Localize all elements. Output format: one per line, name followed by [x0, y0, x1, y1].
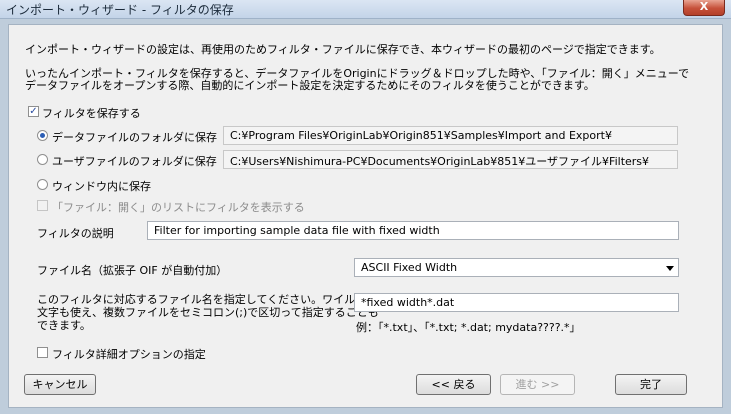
- title-bar: インポート・ウィザード - フィルタの保存 X: [0, 0, 731, 19]
- dialog-body: インポート・ウィザードの設定は、再使用のためフィルタ・ファイルに保存でき、本ウィ…: [8, 24, 723, 408]
- show-in-open-list-checkbox[interactable]: [37, 200, 48, 211]
- advanced-options-checkbox[interactable]: [37, 347, 48, 358]
- user-folder-path: C:¥Users¥Nishimura-PC¥Documents¥OriginLa…: [223, 150, 678, 169]
- data-folder-label: データファイルのフォルダに保存: [52, 131, 217, 144]
- data-folder-radio[interactable]: [37, 130, 48, 141]
- filename-select-value: ASCII Fixed Width: [361, 261, 458, 274]
- filename-spec-help-3: できます。: [37, 319, 91, 332]
- next-button[interactable]: 進む >>: [500, 374, 575, 395]
- show-in-open-list-label: 「ファイル：開く」のリストにフィルタを表示する: [52, 201, 305, 214]
- window-title: インポート・ウィザード - フィルタの保存: [6, 3, 234, 17]
- save-filter-checkbox[interactable]: ✓: [28, 106, 39, 117]
- description-label: フィルタの説明: [37, 227, 114, 240]
- filename-spec-input[interactable]: *fixed width*.dat: [354, 293, 679, 312]
- user-folder-label: ユーザファイルのフォルダに保存: [52, 155, 217, 168]
- in-window-radio[interactable]: [37, 179, 48, 190]
- finish-button[interactable]: 完了: [615, 374, 687, 395]
- back-button[interactable]: << 戻る: [416, 374, 491, 395]
- radio-selected-dot: [40, 133, 45, 138]
- close-icon: X: [699, 0, 709, 13]
- intro-text-3: データファイルをオープンする際、自動的にインポート設定を決定するためにそのフィル…: [25, 79, 595, 92]
- chevron-down-icon: [666, 266, 674, 271]
- close-button[interactable]: X: [683, 0, 725, 16]
- data-folder-path: C:¥Program Files¥OriginLab¥Origin851¥Sam…: [223, 126, 678, 145]
- in-window-label: ウィンドウ内に保存: [52, 180, 151, 193]
- advanced-options-label: フィルタ詳細オプションの指定: [52, 348, 206, 361]
- filename-label: ファイル名（拡張子 OIF が自動付加）: [37, 264, 228, 277]
- cancel-button[interactable]: キャンセル: [24, 374, 96, 395]
- save-filter-label: フィルタを保存する: [42, 107, 141, 120]
- filename-select[interactable]: ASCII Fixed Width: [354, 258, 679, 277]
- intro-text-1: インポート・ウィザードの設定は、再使用のためフィルタ・ファイルに保存でき、本ウィ…: [25, 43, 661, 56]
- user-folder-radio[interactable]: [37, 154, 48, 165]
- filename-spec-example: 例：「*.txt」、「*.txt; *.dat; mydata????.*」: [356, 321, 581, 334]
- description-input[interactable]: Filter for importing sample data file wi…: [147, 221, 679, 240]
